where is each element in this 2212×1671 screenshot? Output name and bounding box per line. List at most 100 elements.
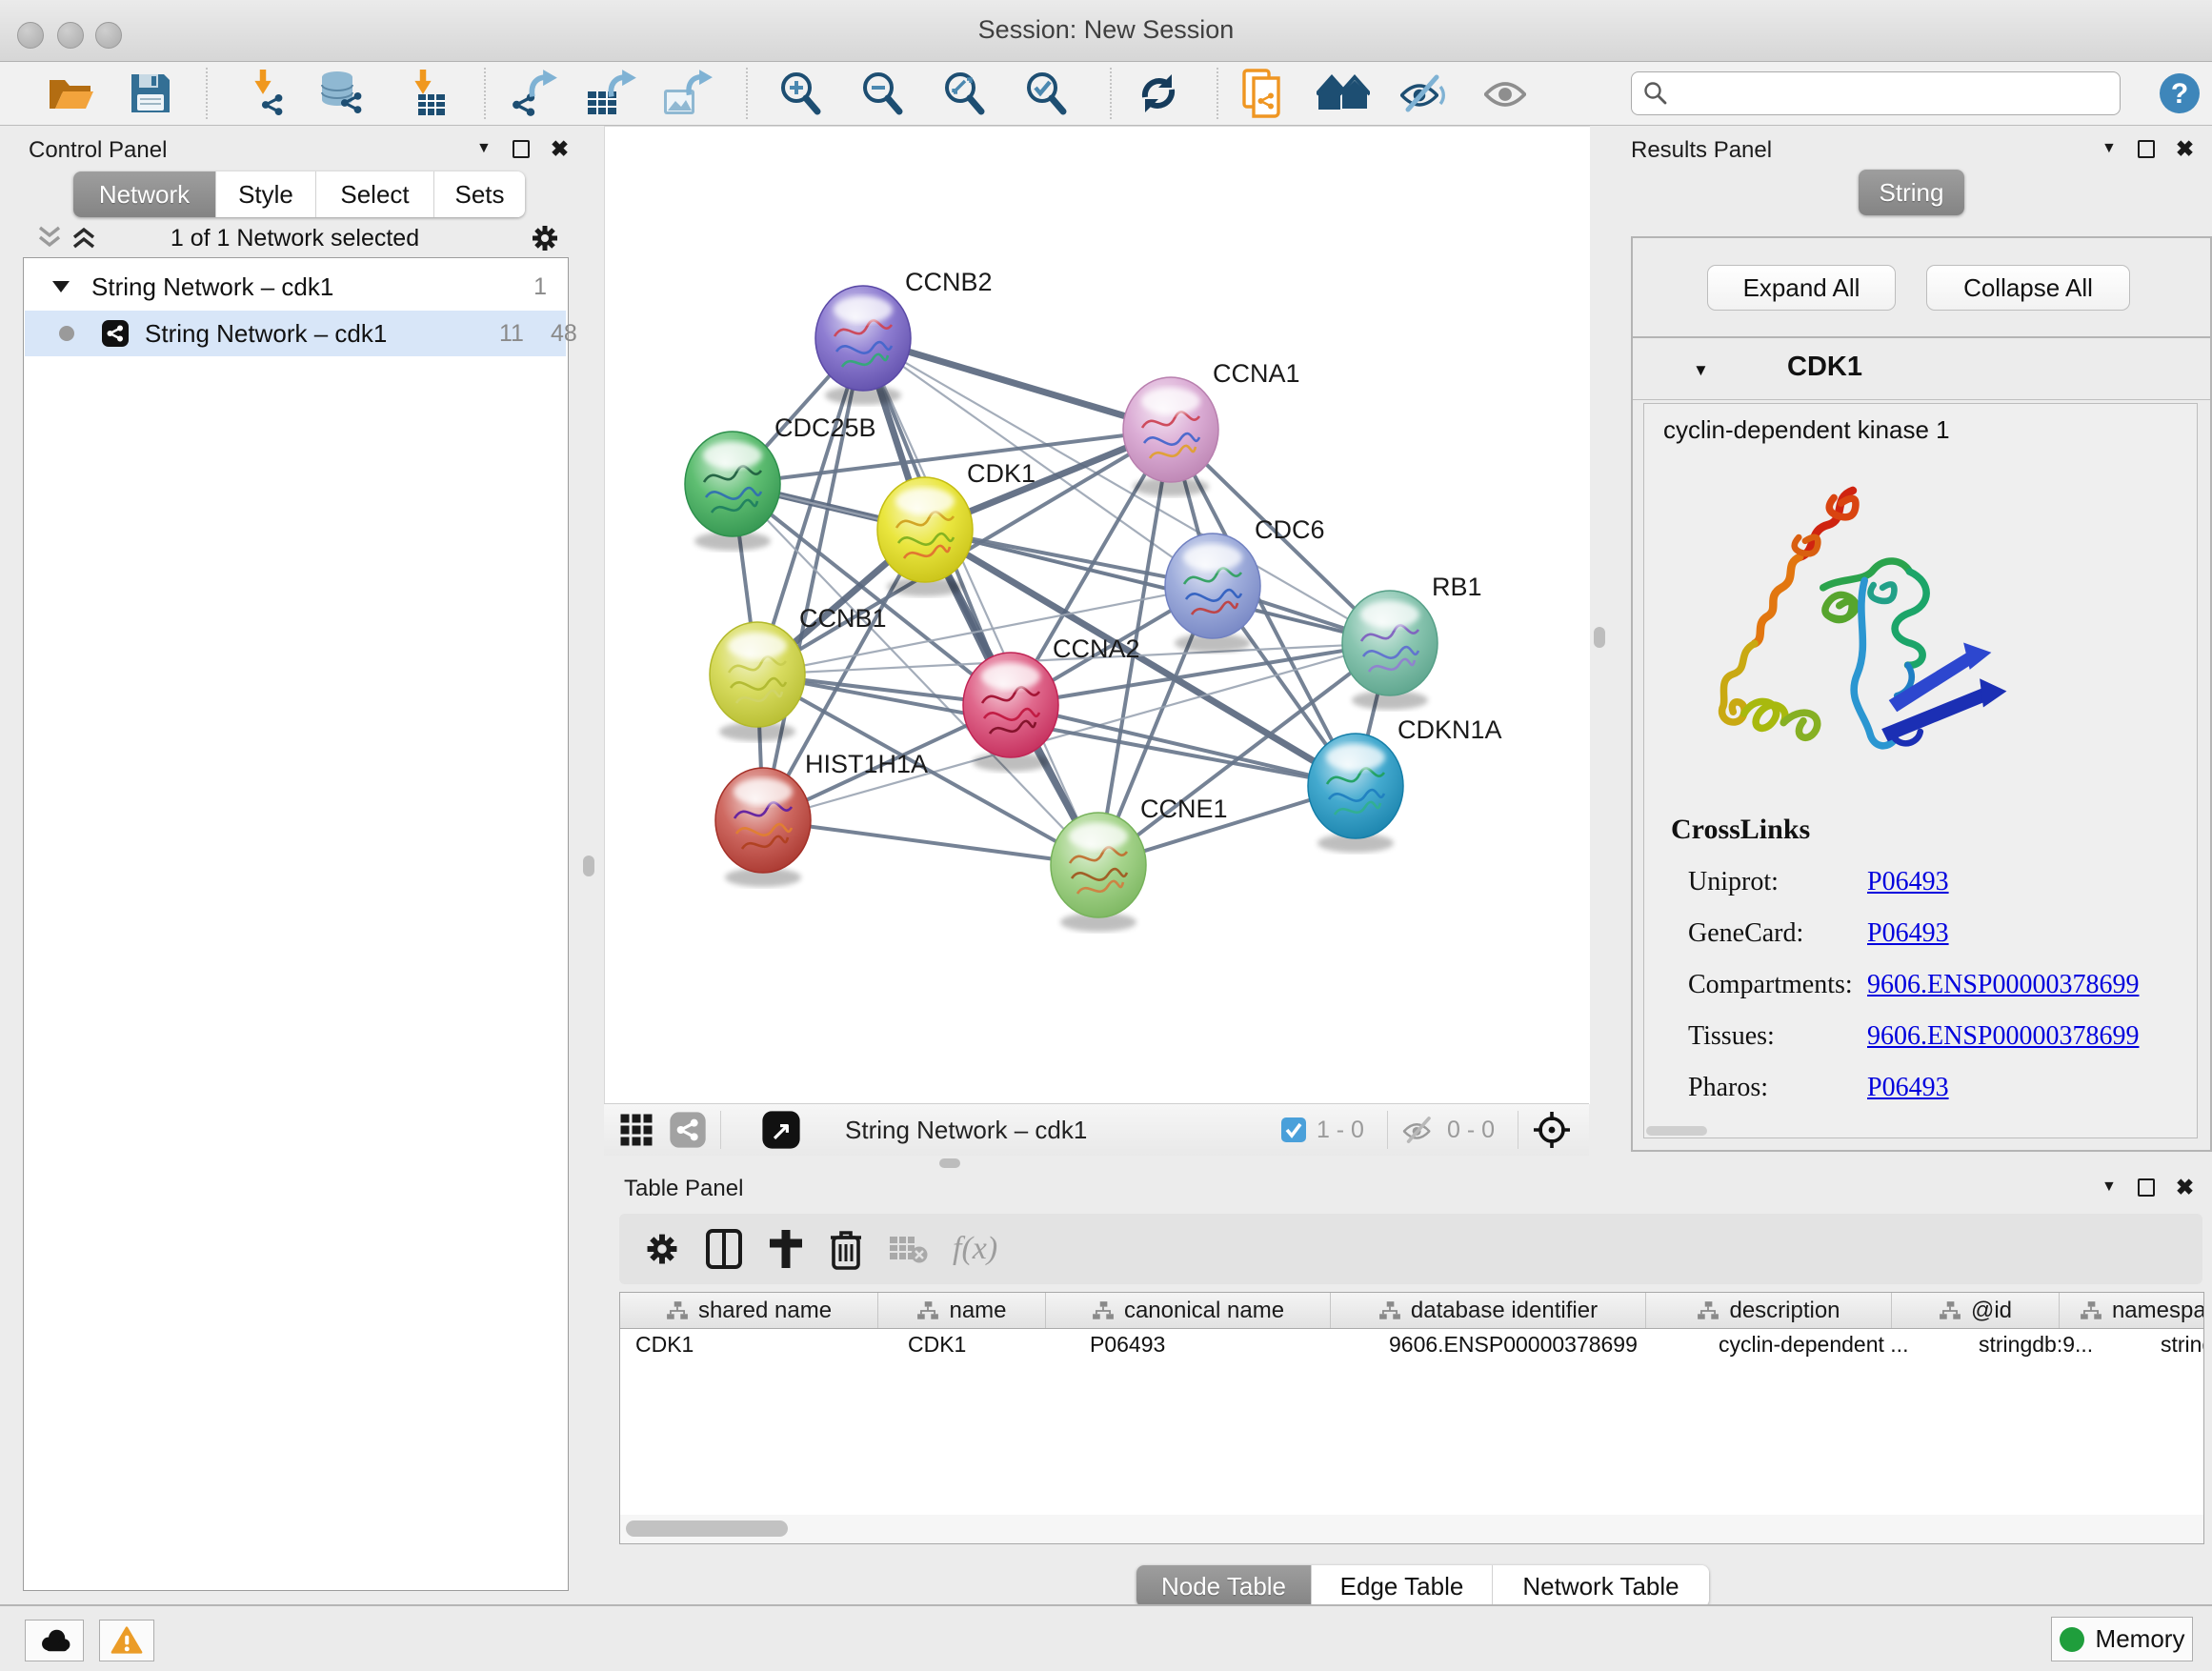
network-node-RB1[interactable]: RB1: [1342, 573, 1482, 710]
tab-network[interactable]: Network: [73, 171, 216, 217]
add-column-icon[interactable]: [768, 1228, 804, 1270]
network-node-CDC25B[interactable]: CDC25B: [685, 413, 876, 551]
tab-style[interactable]: Style: [216, 171, 316, 217]
column-header[interactable]: @id: [1892, 1293, 2060, 1328]
show-columns-icon[interactable]: [705, 1228, 743, 1270]
table-type-tabs: Node Table Edge Table Network Table: [1136, 1565, 1709, 1607]
eye-icon: [1480, 74, 1530, 112]
network-node-CCNA1[interactable]: CCNA1: [1123, 359, 1300, 496]
panel-menu-arrow-icon[interactable]: ▼: [476, 140, 492, 157]
network-collection-row[interactable]: String Network – cdk1 1: [25, 264, 566, 310]
left-splitter-handle[interactable]: [583, 856, 594, 876]
panel-float-icon[interactable]: [513, 140, 530, 158]
column-header[interactable]: namespace: [2060, 1293, 2204, 1328]
expand-all-button[interactable]: Expand All: [1707, 265, 1896, 311]
column-header[interactable]: name: [878, 1293, 1046, 1328]
copy-network-button[interactable]: [1237, 70, 1290, 117]
import-network-database-button[interactable]: [314, 70, 368, 117]
network-node-CCNB2[interactable]: CCNB2: [815, 268, 993, 405]
cloud-status-button[interactable]: [25, 1620, 84, 1661]
crosslink-link[interactable]: P06493: [1867, 867, 1949, 897]
network-canvas[interactable]: CCNB2CCNA1CDC25BCDK1CDC6RB1CCNB1CCNA2CDK…: [604, 126, 1590, 1104]
column-header[interactable]: database identifier: [1331, 1293, 1646, 1328]
zoom-out-button[interactable]: [855, 70, 909, 117]
refresh-button[interactable]: [1132, 70, 1185, 117]
table-row[interactable]: CDK1 CDK1 P06493 9606.ENSP00000378699 cy…: [620, 1329, 2203, 1359]
cell-shared-name[interactable]: CDK1: [620, 1332, 893, 1358]
save-session-button[interactable]: [124, 70, 177, 117]
detach-view-icon[interactable]: ↗: [761, 1110, 801, 1150]
network-overview-icon[interactable]: [669, 1111, 707, 1149]
cell-canonical-name[interactable]: P06493: [1075, 1332, 1374, 1358]
network-options-gear-icon[interactable]: [530, 223, 560, 253]
column-header[interactable]: canonical name: [1046, 1293, 1331, 1328]
gene-header-row[interactable]: ▼ CDK1: [1633, 338, 2210, 400]
birdseye-crosshair-icon[interactable]: [1532, 1110, 1572, 1150]
network-graph[interactable]: CCNB2CCNA1CDC25BCDK1CDC6RB1CCNB1CCNA2CDK…: [605, 127, 1590, 1104]
help-button[interactable]: ?: [2153, 70, 2206, 117]
export-image-button[interactable]: [661, 70, 714, 117]
crosslink-row: Uniprot: P06493: [1671, 867, 2139, 897]
network-selection-status: 1 of 1 Network selected: [23, 225, 567, 252]
panel-close-icon[interactable]: ✖: [2176, 1178, 2194, 1197]
panel-float-icon[interactable]: [2138, 140, 2155, 158]
show-hide-button[interactable]: [1397, 70, 1450, 117]
cell-namespace[interactable]: stringdb: [2145, 1332, 2204, 1358]
warnings-button[interactable]: [99, 1620, 154, 1661]
table-settings-gear-icon[interactable]: [644, 1231, 680, 1267]
string-node-details: ▼ CDK1 cyclin-dependent kinase 1: [1631, 336, 2212, 1152]
column-type-icon: [1939, 1300, 1961, 1321]
panel-menu-arrow-icon[interactable]: ▼: [2101, 1178, 2117, 1196]
tab-node-table[interactable]: Node Table: [1136, 1565, 1312, 1607]
collapse-all-button[interactable]: Collapse All: [1926, 265, 2130, 311]
cell-database-identifier[interactable]: 9606.ENSP00000378699: [1374, 1332, 1703, 1358]
gene-collapse-arrow-icon[interactable]: ▼: [1693, 361, 1709, 380]
table-hscrollbar-thumb[interactable]: [626, 1520, 788, 1537]
network-node-HIST1H1A[interactable]: HIST1H1A: [715, 750, 928, 887]
crosslink-link[interactable]: P06493: [1867, 1073, 1949, 1103]
node-label-CCNE1: CCNE1: [1140, 795, 1228, 823]
results-scrollbar-thumb[interactable]: [1646, 1126, 1707, 1136]
network-node-CCNE1[interactable]: CCNE1: [1051, 795, 1228, 932]
memory-button[interactable]: Memory: [2051, 1617, 2193, 1661]
tab-string[interactable]: String: [1859, 170, 1964, 215]
network-node-CCNB1[interactable]: CCNB1: [710, 604, 887, 741]
import-network-file-button[interactable]: [240, 70, 293, 117]
crosslink-link[interactable]: 9606.ENSP00000378699: [1867, 970, 2139, 1000]
panel-float-icon[interactable]: [2138, 1178, 2155, 1197]
collection-expand-arrow-icon[interactable]: [51, 279, 70, 294]
crosslink-link[interactable]: 9606.ENSP00000378699: [1867, 1021, 2139, 1052]
right-splitter-handle[interactable]: [1594, 627, 1605, 648]
tab-edge-table[interactable]: Edge Table: [1312, 1565, 1493, 1607]
grid-view-icon[interactable]: [619, 1113, 654, 1147]
zoom-fit-button[interactable]: [937, 70, 991, 117]
export-table-button[interactable]: [585, 70, 638, 117]
crosslink-link[interactable]: P06493: [1867, 918, 1949, 949]
tab-network-table[interactable]: Network Table: [1493, 1565, 1709, 1607]
panel-menu-arrow-icon[interactable]: ▼: [2101, 140, 2117, 157]
delete-column-trash-icon[interactable]: [829, 1228, 863, 1270]
zoom-selected-button[interactable]: [1019, 70, 1073, 117]
bottom-splitter-handle[interactable]: [939, 1158, 960, 1168]
zoom-in-button[interactable]: [774, 70, 827, 117]
network-node-CDKN1A[interactable]: CDKN1A: [1308, 715, 1502, 853]
tab-sets[interactable]: Sets: [434, 171, 525, 217]
network-edge: [1011, 705, 1356, 786]
search-input[interactable]: [1668, 76, 2120, 111]
open-session-button[interactable]: [45, 70, 98, 117]
network-row-selected[interactable]: String Network – cdk1 11 48: [25, 311, 566, 356]
column-header[interactable]: shared name: [620, 1293, 878, 1328]
cell-description[interactable]: cyclin-dependent ...: [1703, 1332, 1963, 1358]
cell-id[interactable]: stringdb:9...: [1963, 1332, 2145, 1358]
tab-select[interactable]: Select: [316, 171, 434, 217]
import-table-file-button[interactable]: [398, 70, 452, 117]
panel-close-icon[interactable]: ✖: [2176, 139, 2194, 158]
column-header[interactable]: description: [1646, 1293, 1892, 1328]
network-node-CDK1[interactable]: CDK1: [877, 459, 1036, 596]
cell-name[interactable]: CDK1: [893, 1332, 1075, 1358]
export-network-button[interactable]: [507, 70, 560, 117]
gene-description: cyclin-dependent kinase 1: [1663, 415, 1950, 445]
home-button[interactable]: [1317, 70, 1370, 117]
selected-checkbox-icon[interactable]: [1280, 1117, 1307, 1143]
panel-close-icon[interactable]: ✖: [551, 139, 569, 158]
